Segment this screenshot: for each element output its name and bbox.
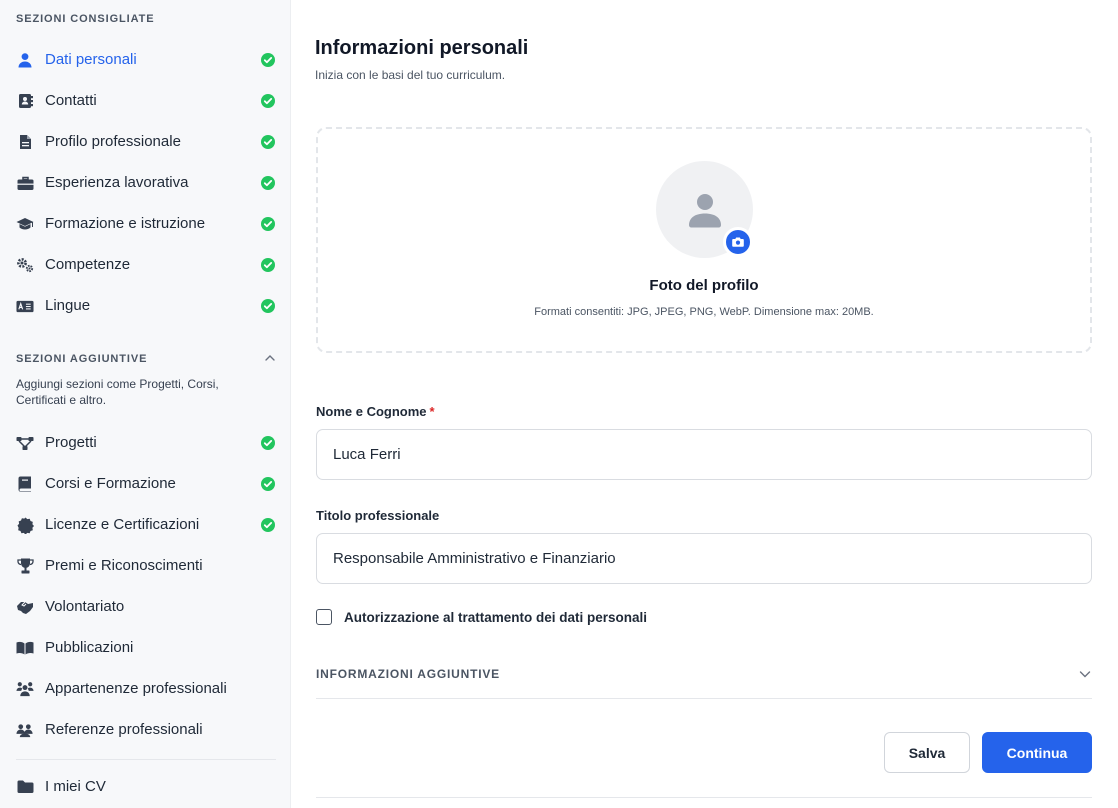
sidebar-item-label: Competenze xyxy=(45,256,131,273)
name-field-label: Nome e Cognome * xyxy=(316,404,435,419)
sidebar-item-appartenenze-professionali[interactable]: Appartenenze professionali xyxy=(0,671,290,707)
sidebar-item-label: Referenze professionali xyxy=(45,721,203,738)
check-circle-icon xyxy=(261,477,275,491)
sidebar-item-label: Contatti xyxy=(45,92,97,109)
sidebar-item-progetti[interactable]: Progetti xyxy=(0,425,290,461)
user-icon xyxy=(16,51,34,69)
upload-photo-button[interactable] xyxy=(723,227,753,257)
additional-sections-header: SEZIONI AGGIUNTIVE xyxy=(16,353,148,365)
sidebar-item-corsi-formazione[interactable]: Corsi e Formazione xyxy=(0,466,290,502)
sidebar-item-label: Dati personali xyxy=(45,51,137,68)
sidebar-item-profilo-professionale[interactable]: Profilo professionale xyxy=(0,124,290,160)
sidebar-item-label: I miei CV xyxy=(45,778,106,795)
diagram-icon xyxy=(16,434,34,452)
consent-row: Autorizzazione al trattamento dei dati p… xyxy=(316,609,647,625)
additional-info-label: INFORMAZIONI AGGIUNTIVE xyxy=(316,667,500,681)
file-icon xyxy=(16,133,34,151)
check-circle-icon xyxy=(261,53,275,67)
check-circle-icon xyxy=(261,518,275,532)
gears-icon xyxy=(16,256,34,274)
profile-photo-dropzone[interactable]: Foto del profilo Formati consentiti: JPG… xyxy=(316,127,1092,353)
trophy-icon xyxy=(16,557,34,575)
sidebar: SEZIONI CONSIGLIATE Dati personali Conta… xyxy=(0,0,291,808)
book-icon xyxy=(16,475,34,493)
sidebar-item-lingue[interactable]: Lingue xyxy=(0,288,290,324)
main-content: Informazioni personali Inizia con le bas… xyxy=(291,0,1118,808)
graduation-cap-icon xyxy=(16,215,34,233)
sidebar-item-licenze-certificazioni[interactable]: Licenze e Certificazioni xyxy=(0,507,290,543)
chevron-up-icon[interactable] xyxy=(263,351,277,365)
full-name-input[interactable] xyxy=(316,429,1092,480)
sidebar-item-formazione-istruzione[interactable]: Formazione e istruzione xyxy=(0,206,290,242)
camera-icon xyxy=(732,237,744,247)
bottom-divider xyxy=(316,797,1092,798)
sidebar-item-label: Appartenenze professionali xyxy=(45,680,227,697)
sidebar-item-premi-riconoscimenti[interactable]: Premi e Riconoscimenti xyxy=(0,548,290,584)
certificate-icon xyxy=(16,516,34,534)
open-book-icon xyxy=(16,639,34,657)
name-label-text: Nome e Cognome xyxy=(316,404,427,419)
sidebar-item-volontariato[interactable]: Volontariato xyxy=(0,589,290,625)
handshake-icon xyxy=(16,598,34,616)
sidebar-item-label: Pubblicazioni xyxy=(45,639,134,656)
sidebar-item-label: Volontariato xyxy=(45,598,125,615)
sidebar-item-pubblicazioni[interactable]: Pubblicazioni xyxy=(0,630,290,666)
check-circle-icon xyxy=(261,135,275,149)
sidebar-item-label: Premi e Riconoscimenti xyxy=(45,557,203,574)
sidebar-item-referenze-professionali[interactable]: Referenze professionali xyxy=(0,712,290,748)
sidebar-item-label: Profilo professionale xyxy=(45,133,181,150)
sidebar-divider xyxy=(16,759,276,760)
additional-sections-description: Aggiungi sezioni come Progetti, Corsi, C… xyxy=(16,377,219,407)
sidebar-item-label: Progetti xyxy=(45,434,97,451)
folder-icon xyxy=(16,778,34,796)
chevron-down-icon xyxy=(1079,671,1091,678)
page-subtitle: Inizia con le basi del tuo curriculum. xyxy=(315,68,506,82)
check-circle-icon xyxy=(261,436,275,450)
sidebar-item-dati-personali[interactable]: Dati personali xyxy=(0,42,290,78)
photo-title: Foto del profilo xyxy=(649,277,759,294)
photo-format-hint: Formati consentiti: JPG, JPEG, PNG, WebP… xyxy=(534,306,874,318)
sidebar-item-competenze[interactable]: Competenze xyxy=(0,247,290,283)
sidebar-item-label: Esperienza lavorativa xyxy=(45,174,189,191)
sidebar-item-i-miei-cv[interactable]: I miei CV xyxy=(0,769,290,805)
continue-button[interactable]: Continua xyxy=(982,732,1092,773)
sidebar-item-label: Licenze e Certificazioni xyxy=(45,516,200,533)
language-icon xyxy=(16,297,34,315)
additional-info-accordion[interactable]: INFORMAZIONI AGGIUNTIVE xyxy=(316,656,1092,699)
check-circle-icon xyxy=(261,94,275,108)
sidebar-item-label: Corsi e Formazione xyxy=(45,475,176,492)
save-button[interactable]: Salva xyxy=(884,732,970,773)
briefcase-icon xyxy=(16,174,34,192)
check-circle-icon xyxy=(261,299,275,313)
page-title: Informazioni personali xyxy=(315,37,529,59)
sidebar-item-esperienza-lavorativa[interactable]: Esperienza lavorativa xyxy=(0,165,290,201)
people-group-icon xyxy=(16,680,34,698)
consent-label: Autorizzazione al trattamento dei dati p… xyxy=(344,609,648,625)
required-mark: * xyxy=(429,404,435,419)
user-silhouette-icon xyxy=(688,193,721,227)
job-title-input[interactable] xyxy=(316,533,1092,584)
recommended-sections-header: SEZIONI CONSIGLIATE xyxy=(16,13,155,25)
consent-checkbox[interactable] xyxy=(316,609,332,625)
check-circle-icon xyxy=(261,258,275,272)
sidebar-item-contatti[interactable]: Contatti xyxy=(0,83,290,119)
address-book-icon xyxy=(16,92,34,110)
job-title-field-label: Titolo professionale xyxy=(316,508,440,523)
sidebar-item-label: Lingue xyxy=(45,297,91,314)
users-icon xyxy=(16,721,34,739)
check-circle-icon xyxy=(261,217,275,231)
check-circle-icon xyxy=(261,176,275,190)
sidebar-item-label: Formazione e istruzione xyxy=(45,215,206,232)
